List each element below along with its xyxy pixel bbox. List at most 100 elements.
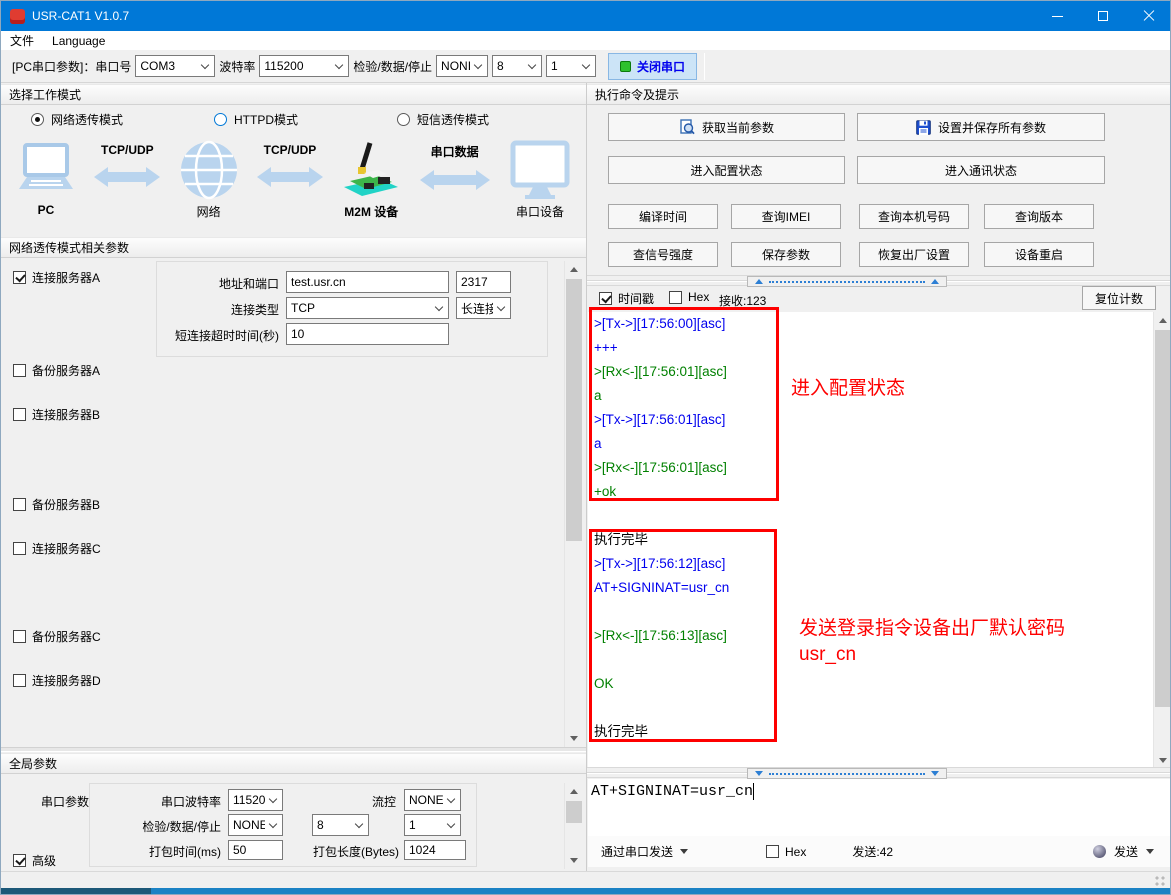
checkbox-connect-server-d[interactable]: 连接服务器D xyxy=(13,672,101,689)
packlen-input[interactable]: 1024 xyxy=(404,840,466,860)
log-line: >[Tx->][17:56:01][asc] xyxy=(588,408,1153,432)
scroll-down-button[interactable] xyxy=(565,730,583,747)
baud-select[interactable]: 115200 xyxy=(259,55,349,77)
monitor-icon xyxy=(507,139,573,201)
minimize-button[interactable] xyxy=(1034,1,1080,31)
checkbox-icon xyxy=(13,854,26,867)
save-params-button[interactable]: 保存参数 xyxy=(731,242,841,267)
send-via-serial-dropdown[interactable]: 通过串口发送 xyxy=(601,843,688,860)
left-panel-scrollbar[interactable] xyxy=(564,261,583,747)
g-parity-label: 检验/数据/停止 xyxy=(101,818,221,835)
enter-comm-button[interactable]: 进入通讯状态 xyxy=(857,156,1105,184)
dropdown-arrow-icon xyxy=(680,849,688,854)
log-line: +ok xyxy=(588,480,1153,504)
databits-select[interactable]: 8 xyxy=(492,55,542,77)
checkbox-backup-server-a[interactable]: 备份服务器A xyxy=(13,362,100,379)
scroll-up-button[interactable] xyxy=(565,783,583,800)
server-port-input[interactable]: 2317 xyxy=(456,271,511,293)
collapse-up-icon xyxy=(931,279,939,284)
global-scrollbar[interactable] xyxy=(564,783,583,869)
pc-serial-label: [PC串口参数]：串口号 xyxy=(12,58,131,75)
packtime-input[interactable]: 50 xyxy=(228,840,283,860)
g-databits-select[interactable]: 8 xyxy=(312,814,369,836)
checkbox-backup-server-b[interactable]: 备份服务器B xyxy=(13,496,100,513)
packlen-label: 打包长度(Bytes) xyxy=(301,843,399,860)
radio-net-transparent-mode[interactable]: 网络透传模式 xyxy=(31,111,123,128)
scroll-up-button[interactable] xyxy=(1154,312,1171,329)
log-line: OK xyxy=(588,672,1153,696)
chevron-down-icon xyxy=(269,795,277,803)
log-line: a xyxy=(588,432,1153,456)
diagram-link-2: TCP/UDP xyxy=(257,139,323,189)
close-button[interactable] xyxy=(1126,1,1171,31)
reboot-button[interactable]: 设备重启 xyxy=(984,242,1094,267)
query-version-button[interactable]: 查询版本 xyxy=(984,204,1094,229)
parity-select[interactable]: NONI xyxy=(436,55,488,77)
menu-file[interactable]: 文件 xyxy=(1,31,43,50)
g-flow-select[interactable]: NONE xyxy=(404,789,461,811)
enter-config-button[interactable]: 进入配置状态 xyxy=(608,156,845,184)
checkbox-icon xyxy=(766,845,779,858)
splitter-grip[interactable] xyxy=(747,276,947,287)
scrollbar-thumb[interactable] xyxy=(566,279,582,541)
checkbox-send-hex[interactable]: Hex xyxy=(766,845,806,859)
checkbox-backup-server-c[interactable]: 备份服务器C xyxy=(13,628,101,645)
scrollbar-thumb[interactable] xyxy=(1155,330,1171,707)
serial-toolbar: [PC串口参数]：串口号 COM3 波特率 115200 检验/数据/停止 NO… xyxy=(1,50,1171,83)
scroll-down-button[interactable] xyxy=(565,852,583,869)
title-bar: USR-CAT1 V1.0.7 xyxy=(1,1,1171,31)
checkbox-icon xyxy=(599,292,612,305)
send-input[interactable]: AT+SIGNINAT=usr_cn xyxy=(588,779,1171,836)
close-serial-button[interactable]: 关闭串口 xyxy=(608,53,697,80)
scroll-up-button[interactable] xyxy=(565,261,583,278)
log-line: >[Rx<-][17:56:01][asc] xyxy=(588,456,1153,480)
resize-grip[interactable] xyxy=(1154,875,1166,887)
factory-reset-button[interactable]: 恢复出厂设置 xyxy=(859,242,969,267)
get-params-button[interactable]: 获取当前参数 xyxy=(608,113,845,141)
menu-language[interactable]: Language xyxy=(43,31,114,50)
annotation-login-cmd-line1: 发送登录指令设备出厂默认密码 xyxy=(799,613,1065,640)
radio-httpd-mode[interactable]: HTTPD模式 xyxy=(214,111,298,128)
radio-sms-mode[interactable]: 短信透传模式 xyxy=(397,111,489,128)
recv-count: 接收:123 xyxy=(719,292,766,309)
conn-mode-select[interactable]: 长连接 xyxy=(456,297,511,319)
checkbox-connect-server-a[interactable]: 连接服务器A xyxy=(13,269,100,286)
checkbox-recv-hex[interactable]: Hex xyxy=(669,290,709,304)
g-stopbits-select[interactable]: 1 xyxy=(404,814,461,836)
log-splitter[interactable] xyxy=(587,275,1171,286)
checkbox-advanced[interactable]: 高级 xyxy=(13,852,56,869)
g-parity-select[interactable]: NONE xyxy=(228,814,283,836)
arrow-up-icon xyxy=(1159,318,1167,323)
arrow-up-icon xyxy=(570,267,578,272)
query-imei-button[interactable]: 查询IMEI xyxy=(731,204,841,229)
log-scrollbar[interactable] xyxy=(1153,312,1171,769)
app-window: USR-CAT1 V1.0.7 文件 Language [PC串口参数]：串口号… xyxy=(0,0,1171,895)
stopbits-select[interactable]: 1 xyxy=(546,55,596,77)
radio-icon xyxy=(214,113,227,126)
send-controls: 通过串口发送 Hex 发送:42 发送 xyxy=(588,836,1171,867)
splitter-grip[interactable] xyxy=(747,768,947,779)
checkbox-connect-server-c[interactable]: 连接服务器C xyxy=(13,540,101,557)
reset-count-button[interactable]: 复位计数 xyxy=(1082,286,1156,310)
scrollbar-thumb[interactable] xyxy=(566,801,582,823)
checkbox-timestamp[interactable]: 时间戳 xyxy=(599,290,654,307)
g-baud-select[interactable]: 115200 xyxy=(228,789,283,811)
short-conn-timeout-input[interactable]: 10 xyxy=(286,323,449,345)
query-number-button[interactable]: 查询本机号码 xyxy=(859,204,969,229)
m2m-device-icon xyxy=(340,139,402,201)
arrow-down-icon xyxy=(570,736,578,741)
server-addr-input[interactable]: test.usr.cn xyxy=(286,271,449,293)
annotation-login-cmd-line2: usr_cn xyxy=(799,644,856,666)
g-flow-label: 流控 xyxy=(331,793,396,810)
set-save-all-button[interactable]: 设置并保存所有参数 xyxy=(857,113,1105,141)
conn-type-select[interactable]: TCP xyxy=(286,297,449,319)
log-line-blank xyxy=(588,504,1153,528)
send-button[interactable]: 发送 xyxy=(1093,843,1154,860)
query-signal-button[interactable]: 查信号强度 xyxy=(608,242,718,267)
maximize-button[interactable] xyxy=(1080,1,1126,31)
compile-time-button[interactable]: 编译时间 xyxy=(608,204,718,229)
double-arrow-icon xyxy=(257,165,323,189)
com-port-select[interactable]: COM3 xyxy=(135,55,215,77)
send-splitter[interactable] xyxy=(587,767,1171,778)
checkbox-connect-server-b[interactable]: 连接服务器B xyxy=(13,406,100,423)
